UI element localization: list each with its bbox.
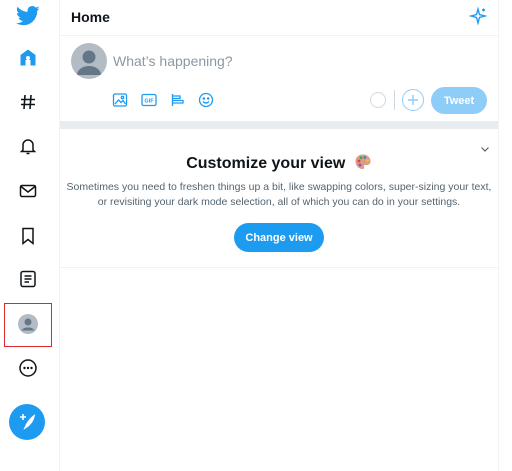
palette-icon [355, 154, 371, 169]
divider [498, 0, 499, 471]
compose-tweet-icon[interactable] [9, 404, 45, 440]
messages-envelope-icon[interactable] [12, 175, 44, 207]
customize-view-card: Customize your view Sometimes you need t… [60, 129, 498, 268]
avatar[interactable] [71, 43, 107, 79]
twitter-logo-icon[interactable] [12, 0, 44, 32]
change-view-button[interactable]: Change view [234, 223, 324, 252]
home-icon[interactable] [12, 42, 44, 74]
page-title: Home [71, 9, 110, 25]
customize-view-title: Customize your view [60, 153, 498, 173]
selection-outline [4, 303, 52, 347]
image-icon[interactable] [112, 92, 128, 108]
customize-view-title-text: Customize your view [186, 155, 346, 172]
lists-icon[interactable] [12, 263, 44, 295]
tweet-compose-input[interactable]: What’s happening? [113, 53, 233, 69]
bookmarks-icon[interactable] [12, 220, 44, 252]
section-separator [60, 121, 498, 129]
customize-view-description: Sometimes you need to freshen things up … [66, 181, 492, 208]
character-count-indicator [370, 92, 386, 108]
page-header: Home [60, 0, 498, 36]
add-tweet-button[interactable] [402, 89, 424, 111]
divider [394, 90, 395, 110]
tweet-button[interactable]: Tweet [431, 87, 487, 114]
sparkle-icon[interactable] [468, 6, 488, 26]
notifications-bell-icon[interactable] [12, 130, 44, 162]
main-timeline: Home What’s happening? GIF Tweet Customi… [60, 0, 498, 471]
sidebar-nav [0, 0, 56, 471]
explore-hashtag-icon[interactable] [12, 86, 44, 118]
emoji-icon[interactable] [198, 92, 214, 108]
svg-text:GIF: GIF [144, 99, 154, 105]
more-options-icon[interactable] [12, 352, 44, 384]
gif-icon[interactable]: GIF [141, 92, 157, 108]
poll-icon[interactable] [170, 92, 186, 108]
